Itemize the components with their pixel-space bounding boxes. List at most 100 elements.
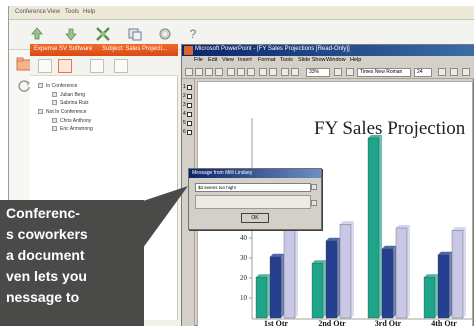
tab-subject[interactable]: Subject: Sales Projecti... (102, 46, 167, 52)
document-icon[interactable] (38, 59, 52, 73)
ppt-menu-slideshow[interactable]: Slide Show (298, 57, 326, 63)
callout-line: s coworkers (6, 226, 88, 242)
open-icon[interactable] (195, 68, 203, 76)
message-dialog-title: Message from Milli Lindsey (192, 170, 253, 176)
bar-side (449, 251, 452, 318)
ppt-menu-window[interactable]: Window (326, 57, 346, 63)
powerpoint-menu-bar: File Edit View Insert Format Tools Slide… (182, 56, 474, 66)
tree-group-in-conference[interactable]: In Conference (38, 82, 77, 89)
reply-field[interactable] (195, 195, 311, 209)
tree-participant[interactable]: Chris Anthony (52, 117, 91, 124)
ppt-menu-tools[interactable]: Tools (280, 57, 293, 63)
share-icon[interactable] (93, 23, 113, 45)
menu-help[interactable]: Help (83, 9, 95, 15)
bar-side (379, 135, 382, 318)
undo-icon[interactable] (259, 68, 267, 76)
copy-icon[interactable] (237, 68, 245, 76)
powerpoint-title-bar: Microsoft PowerPoint - [FY Sales Project… (182, 45, 474, 56)
bar (325, 240, 338, 319)
bold-icon[interactable] (438, 68, 446, 76)
whiteboard-icon[interactable] (90, 59, 104, 73)
redo-icon[interactable] (269, 68, 277, 76)
tree-participant[interactable]: Julian Berg (52, 91, 85, 98)
y-tick-label: 40 (240, 234, 248, 242)
print-icon[interactable] (215, 68, 223, 76)
bar-side (337, 237, 340, 318)
save-icon[interactable] (205, 68, 213, 76)
bar (283, 226, 296, 319)
scroll-up-icon[interactable] (311, 184, 317, 190)
bar-side (351, 221, 354, 318)
callout-line: nessage to (6, 289, 80, 305)
bar-side (393, 245, 396, 318)
bar (339, 224, 352, 319)
callout-box: Conferenc- s coworkers a document ven le… (0, 200, 144, 326)
callout-text: Conferenc- s coworkers a document ven le… (6, 203, 166, 308)
conference-tools (30, 56, 178, 76)
bar (423, 277, 436, 319)
bar-side (407, 225, 410, 318)
ppt-menu-view[interactable]: View (222, 57, 234, 63)
slide-thumb[interactable]: 4 (183, 110, 194, 118)
tree-participant[interactable]: Sabrina Ruiz (52, 99, 89, 106)
y-tick-label: 20 (240, 274, 248, 282)
ok-button[interactable]: OK (241, 213, 269, 223)
pin-icon[interactable] (58, 59, 72, 73)
ppt-menu-insert[interactable]: Insert (238, 57, 252, 63)
tab-expense[interactable]: Expense SV Software (34, 46, 92, 52)
slide-thumb[interactable]: 3 (183, 101, 194, 109)
bar-side (281, 253, 284, 318)
x-tick-label: 3rd Qtr (375, 319, 402, 326)
font-icon[interactable] (346, 68, 354, 76)
font-select[interactable]: Times New Roman (357, 68, 411, 77)
bar (255, 277, 268, 319)
slide-thumb[interactable]: 2 (183, 92, 194, 100)
tree-group-not-in-conference[interactable]: Not In Conference (38, 108, 87, 115)
menu-tools[interactable]: Tools (65, 9, 79, 15)
paste-icon[interactable] (247, 68, 255, 76)
copy-icon[interactable] (125, 23, 145, 45)
menu-conference[interactable]: Conference (15, 9, 46, 15)
scroll-down-icon[interactable] (311, 200, 317, 206)
table-icon[interactable] (291, 68, 299, 76)
menu-bar: Conference View Tools Help (9, 6, 474, 20)
callout-line: a document (6, 247, 85, 263)
ppt-menu-file[interactable]: File (194, 57, 203, 63)
ppt-menu-help[interactable]: Help (350, 57, 361, 63)
x-tick-label: 4th Qtr (431, 319, 457, 326)
powerpoint-toolbar: 33% Times New Roman 24 (182, 66, 474, 79)
font-size-select[interactable]: 24 (414, 68, 432, 77)
powerpoint-title: Microsoft PowerPoint - [FY Sales Project… (195, 46, 350, 52)
ppt-menu-format[interactable]: Format (258, 57, 275, 63)
ppt-menu-edit[interactable]: Edit (208, 57, 217, 63)
download-icon[interactable] (61, 23, 81, 45)
callout-line: ven lets you (6, 268, 87, 284)
powerpoint-icon (184, 46, 193, 55)
slide-thumb[interactable]: 1 (183, 83, 194, 91)
tree-participant[interactable]: Eric Armstrong (52, 125, 93, 132)
slide-thumb[interactable]: 5 (183, 119, 194, 127)
y-tick-label: 30 (240, 254, 248, 262)
upload-icon[interactable] (27, 23, 47, 45)
slide-thumb[interactable]: 6 (183, 128, 194, 136)
cut-icon[interactable] (227, 68, 235, 76)
table-icon[interactable] (114, 59, 128, 73)
italic-icon[interactable] (450, 68, 458, 76)
bar-side (267, 274, 270, 318)
chart-icon[interactable] (281, 68, 289, 76)
message-text: $3 seems too high! (195, 183, 311, 192)
bar (395, 227, 408, 319)
message-dialog: Message from Milli Lindsey $3 seems too … (188, 168, 322, 230)
x-tick-label: 1st Qtr (264, 319, 289, 326)
settings-icon[interactable] (155, 23, 175, 45)
x-tick-label: 2nd Qtr (318, 319, 346, 326)
bar-side (435, 274, 438, 318)
new-icon[interactable] (185, 68, 193, 76)
zoom-select[interactable]: 33% (306, 68, 330, 77)
y-tick-label: 10 (240, 294, 248, 302)
bar-side (295, 223, 298, 318)
underline-icon[interactable] (462, 68, 470, 76)
help-icon[interactable] (334, 68, 342, 76)
help-icon[interactable]: ? (183, 23, 203, 45)
menu-view[interactable]: View (47, 9, 60, 15)
